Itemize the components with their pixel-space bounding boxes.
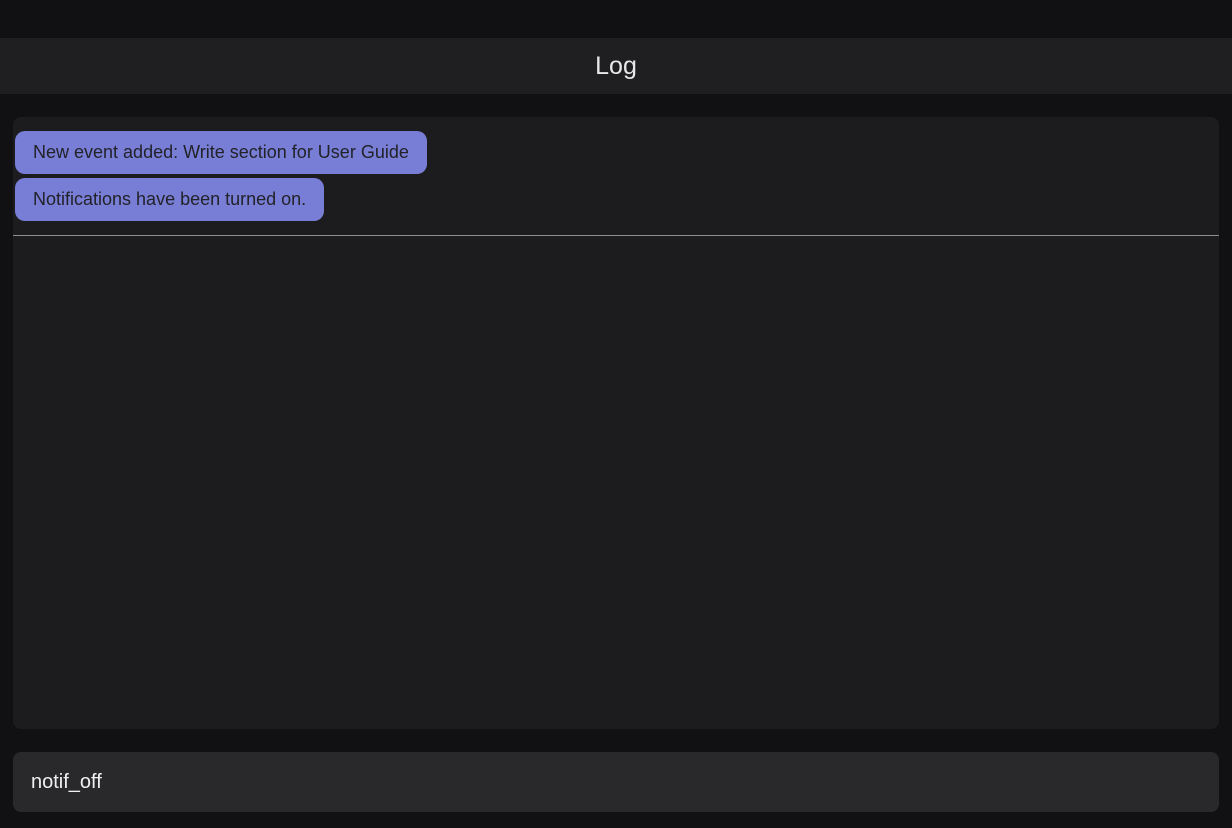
page-title: Log <box>595 52 637 81</box>
top-spacer <box>0 0 1232 38</box>
log-entry: Notifications have been turned on. <box>15 178 324 221</box>
spacer <box>0 729 1232 752</box>
command-input-container[interactable] <box>13 752 1219 812</box>
spacer <box>0 94 1232 117</box>
log-panel: New event added: Write section for User … <box>13 117 1219 729</box>
command-input[interactable] <box>31 771 1201 794</box>
log-entry: New event added: Write section for User … <box>15 131 427 174</box>
log-body <box>13 236 1219 729</box>
log-header: Log <box>0 38 1232 94</box>
log-messages: New event added: Write section for User … <box>13 129 1219 236</box>
